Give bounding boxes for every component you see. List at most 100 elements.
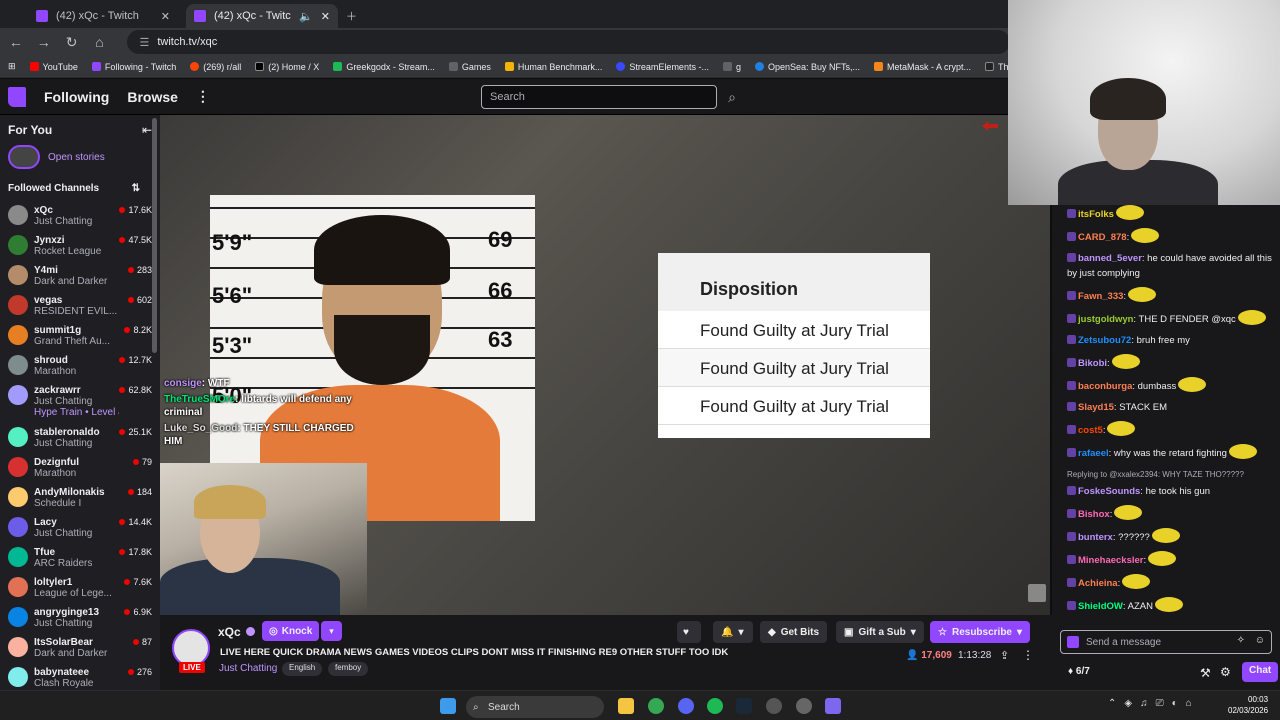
- chat-username[interactable]: cost5: [1078, 425, 1103, 436]
- sidebar-channel-zackrawrr[interactable]: zackrawrr Just Chatting Hype Train • Level…: [0, 382, 160, 424]
- twitch-logo-icon[interactable]: [8, 86, 26, 107]
- channel-points[interactable]: ♦ 6/7: [1068, 666, 1090, 677]
- url-field[interactable]: ☰ twitch.tv/xqc: [127, 30, 1010, 54]
- knock-dropdown-button[interactable]: ▾: [321, 621, 342, 641]
- chat-username[interactable]: baconburga: [1078, 381, 1132, 392]
- follow-heart-button[interactable]: ♥: [677, 621, 701, 643]
- get-bits-button[interactable]: ◆ Get Bits: [760, 621, 828, 643]
- chat-username[interactable]: ShieldOW: [1078, 601, 1123, 612]
- sidebar-channel-loltyler1[interactable]: loltyler1 League of Lege... 7.6K: [0, 574, 160, 604]
- chat-username[interactable]: banned_5ever: [1078, 253, 1142, 264]
- chat-username[interactable]: itsFolks: [1078, 209, 1114, 220]
- search-input[interactable]: Search: [481, 85, 717, 109]
- bookmark-streamelements[interactable]: StreamElements -...: [616, 62, 709, 72]
- chat-username[interactable]: Slayd15: [1078, 402, 1114, 413]
- gift-sub-button[interactable]: ▣ Gift a Sub ▾: [836, 621, 924, 643]
- bookmark-g-folder[interactable]: g: [722, 62, 741, 72]
- emote-icon[interactable]: ☺: [1255, 635, 1265, 646]
- stream-category[interactable]: Just Chatting: [219, 663, 277, 674]
- gear-icon[interactable]: ⚙: [1220, 665, 1231, 679]
- bits-icon[interactable]: ✧: [1237, 635, 1245, 646]
- new-tab-button[interactable]: ＋: [340, 4, 364, 28]
- bookmark-following-twitch[interactable]: Following - Twitch: [91, 62, 176, 72]
- chat-username[interactable]: Fawn_333: [1078, 291, 1123, 302]
- chat-username[interactable]: FoskeSounds: [1078, 486, 1140, 497]
- sidebar-channel-andymilonakis[interactable]: AndyMilonakis Schedule I 184: [0, 484, 160, 514]
- mod-view-icon[interactable]: [1028, 584, 1046, 602]
- bookmark-games-folder[interactable]: Games: [448, 62, 491, 72]
- sidebar-channel-xqc[interactable]: xQc Just Chatting 17.6K: [0, 202, 160, 232]
- spotify-icon[interactable]: [707, 698, 723, 714]
- taskbar-search[interactable]: ⌕ Search: [466, 696, 604, 718]
- sidebar-channel-jynxzi[interactable]: Jynxzi Rocket League 47.5K: [0, 232, 160, 262]
- sidebar-scrollbar[interactable]: [152, 118, 157, 353]
- search-icon[interactable]: ⌕: [721, 85, 743, 109]
- app-grid-icon[interactable]: [825, 698, 841, 714]
- nav-browse[interactable]: Browse: [127, 89, 178, 105]
- resubscribe-button[interactable]: ☆ Resubscribe ▾: [930, 621, 1031, 643]
- sidebar-channel-angryginge13[interactable]: angryginge13 Just Chatting 6.9K: [0, 604, 160, 634]
- sidebar-channel-summit1g[interactable]: summit1g Grand Theft Au... 8.2K: [0, 322, 160, 352]
- apps-icon[interactable]: ⊞: [8, 61, 16, 72]
- browser-tab[interactable]: (42) xQc - Twitch ✕: [28, 4, 178, 28]
- more-options-icon[interactable]: ⋮: [1022, 648, 1034, 662]
- sidebar-channel-dezignful[interactable]: Dezignful Marathon 79: [0, 454, 160, 484]
- sidebar-channel-itssolarbear[interactable]: ItsSolarBear Dark and Darker 87: [0, 634, 160, 664]
- file-explorer-icon[interactable]: [618, 698, 634, 714]
- more-icon[interactable]: ⋮: [196, 88, 210, 105]
- forward-icon[interactable]: →: [36, 34, 52, 50]
- app-icon[interactable]: [796, 698, 812, 714]
- notifications-button[interactable]: 🔔 ▾: [713, 621, 753, 643]
- bookmark-youtube[interactable]: YouTube: [29, 62, 78, 72]
- system-tray[interactable]: ⌃◈♫⎚◐⌂: [1108, 698, 1200, 709]
- sidebar-channel-tfue[interactable]: Tfue ARC Raiders 17.8K: [0, 544, 160, 574]
- video-player[interactable]: 5'9" 69 5'6" 66 5'3" 63 5'0" Disposition…: [160, 115, 1050, 615]
- chat-username[interactable]: bunterx: [1078, 532, 1113, 543]
- bookmark-opensea[interactable]: OpenSea: Buy NFTs,...: [754, 62, 860, 72]
- sidebar-channel-vegas[interactable]: vegas RESIDENT EVIL... 602: [0, 292, 160, 322]
- collapse-icon[interactable]: ⇤: [142, 123, 152, 137]
- knock-button[interactable]: ◎ Knock: [262, 621, 320, 641]
- bookmark-x[interactable]: (2) Home / X: [255, 62, 319, 72]
- speaker-icon[interactable]: 🔈: [299, 10, 313, 23]
- home-icon[interactable]: ⌂: [92, 34, 108, 50]
- chat-username[interactable]: justgoldwyn: [1078, 314, 1133, 325]
- chat-username[interactable]: Bikobi: [1078, 358, 1107, 369]
- site-info-icon[interactable]: ☰: [139, 36, 149, 49]
- nav-following[interactable]: Following: [44, 89, 109, 105]
- bookmark-osbournes[interactable]: The Osbournes - Se...: [985, 62, 1010, 72]
- discord-icon[interactable]: [678, 698, 694, 714]
- sidebar-channel-lacy[interactable]: Lacy Just Chatting 14.4K: [0, 514, 160, 544]
- bookmark-reddit[interactable]: (269) r/all: [190, 62, 241, 72]
- sidebar-channel-stableronaldo[interactable]: stableronaldo Just Chatting 25.1K: [0, 424, 160, 454]
- bookmark-human-benchmark[interactable]: Human Benchmark...: [504, 62, 602, 72]
- tools-icon[interactable]: ⚒: [1200, 666, 1211, 680]
- start-icon[interactable]: [440, 698, 456, 714]
- app-icon[interactable]: [766, 698, 782, 714]
- sidebar-channel-babynateee[interactable]: babynateee Clash Royale 276: [0, 664, 160, 690]
- close-icon[interactable]: ✕: [321, 10, 330, 23]
- chat-username[interactable]: rafaeel: [1078, 448, 1109, 459]
- chat-username[interactable]: Bishox: [1078, 509, 1110, 520]
- close-icon[interactable]: ✕: [161, 10, 170, 23]
- browser-tab-active[interactable]: (42) xQc - Twitch 🔈 ✕: [186, 4, 338, 28]
- share-icon[interactable]: ⇪: [1000, 649, 1009, 662]
- channel-name[interactable]: xQc: [218, 625, 241, 639]
- reload-icon[interactable]: ↻: [64, 34, 80, 50]
- sort-icon[interactable]: ⇅: [132, 183, 140, 194]
- sidebar-channel-y4mi[interactable]: Y4mi Dark and Darker 283: [0, 262, 160, 292]
- sidebar-channel-shroud[interactable]: shroud Marathon 12.7K: [0, 352, 160, 382]
- chat-badge-icon[interactable]: [1067, 636, 1079, 648]
- steam-icon[interactable]: [736, 698, 752, 714]
- chat-username[interactable]: Achieina: [1078, 578, 1118, 589]
- clock[interactable]: 00:03 02/03/2026: [1228, 694, 1268, 716]
- chat-username[interactable]: CARD_878: [1078, 232, 1127, 243]
- open-stories[interactable]: Open stories: [0, 141, 160, 173]
- chrome-icon[interactable]: [648, 698, 664, 714]
- tag-femboy[interactable]: femboy: [328, 662, 369, 676]
- chat-input[interactable]: Send a message ✧ ☺: [1060, 630, 1272, 654]
- back-icon[interactable]: ←: [8, 34, 24, 50]
- chat-send-button[interactable]: Chat: [1242, 662, 1279, 682]
- bookmark-metamask[interactable]: MetaMask - A crypt...: [874, 62, 971, 72]
- chat-username[interactable]: Zetsubou72: [1078, 335, 1131, 346]
